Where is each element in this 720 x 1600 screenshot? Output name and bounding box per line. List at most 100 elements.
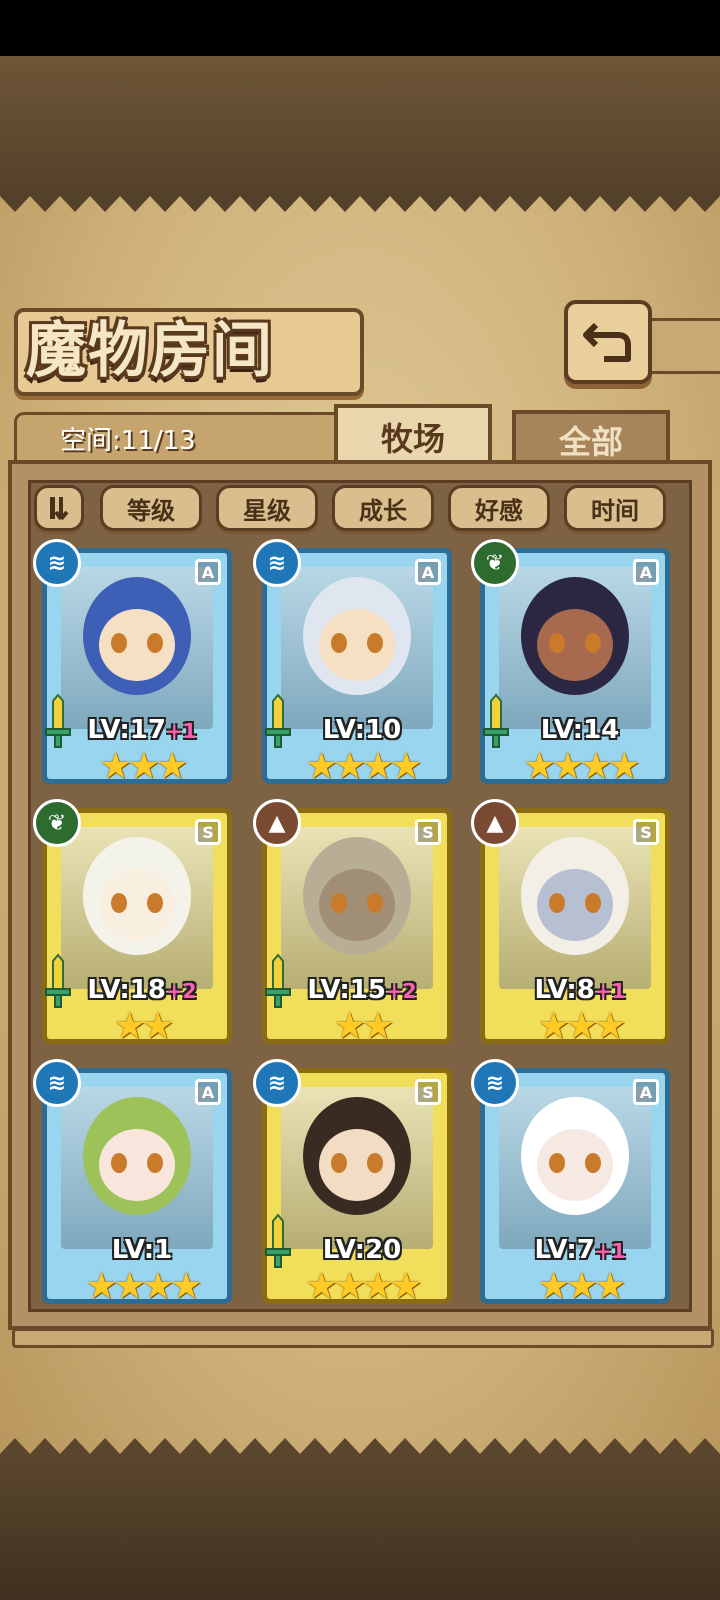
back-rail	[640, 318, 720, 374]
level-bonus: +2	[165, 979, 197, 1003]
zigzag-top-border	[0, 190, 720, 212]
level-text: LV:8	[534, 975, 595, 1005]
level-bonus: +1	[594, 1239, 626, 1263]
page-title: 魔物房间	[26, 316, 274, 386]
level-bonus: +1	[165, 719, 197, 743]
monster-level: LV:17+1	[47, 715, 237, 745]
monster-card[interactable]: ≋ S LV:20 ★★★★	[253, 1059, 452, 1305]
monster-level: LV:15+2	[267, 975, 457, 1005]
portrait-eye	[367, 1153, 383, 1173]
star-rating: ★★★	[537, 1006, 627, 1047]
portrait-eye	[585, 893, 601, 913]
tab-ranch[interactable]: 牧场	[334, 404, 492, 466]
star-rating: ★★★	[537, 1266, 627, 1307]
monster-portrait	[281, 827, 433, 989]
monster-card[interactable]: ▲ S LV:15+2 ★★	[253, 799, 452, 1045]
sort-star-button[interactable]: 星级	[216, 485, 318, 531]
sort-order-toggle[interactable]	[34, 485, 84, 531]
monster-card[interactable]: ▲ S LV:8+1 ★★★	[471, 799, 670, 1045]
water-element-icon: ≋	[253, 539, 301, 587]
monster-portrait	[281, 567, 433, 729]
water-element-icon: ≋	[253, 1059, 301, 1107]
monster-card[interactable]: ≋ A LV:7+1 ★★★	[471, 1059, 670, 1305]
sort-affection-button[interactable]: 好感	[448, 485, 550, 531]
sort-time-button[interactable]: 时间	[564, 485, 666, 531]
water-element-icon: ≋	[33, 539, 81, 587]
wood-element-icon: ❦	[471, 539, 519, 587]
star-rating: ★★★★	[305, 746, 422, 787]
board-bottom-rail	[12, 1328, 714, 1348]
monster-portrait	[499, 567, 651, 729]
monster-level: LV:18+2	[47, 975, 237, 1005]
star-rating: ★★★★	[523, 746, 640, 787]
portrait-eye	[111, 1153, 127, 1173]
water-element-icon: ≋	[471, 1059, 519, 1107]
tab-all[interactable]: 全部	[512, 410, 670, 466]
back-arrow-icon	[583, 322, 631, 362]
portrait-eye	[331, 1153, 347, 1173]
level-text: LV:1	[111, 1235, 173, 1265]
portrait-eye	[367, 893, 383, 913]
monster-card[interactable]: ❦ S LV:18+2 ★★	[33, 799, 232, 1045]
monster-portrait	[281, 1087, 433, 1249]
portrait-eye	[147, 893, 163, 913]
monster-level: LV:14	[485, 715, 675, 745]
portrait-eye	[111, 893, 127, 913]
monster-portrait	[61, 1087, 213, 1249]
monster-portrait	[499, 1087, 651, 1249]
monster-level: LV:20	[267, 1235, 457, 1265]
status-bar	[0, 0, 720, 56]
portrait-eye	[549, 633, 565, 653]
level-bonus: +2	[385, 979, 417, 1003]
water-element-icon: ≋	[33, 1059, 81, 1107]
portrait-eye	[331, 893, 347, 913]
monster-card[interactable]: ≋ A LV:1 ★★★★	[33, 1059, 232, 1305]
star-rating: ★★★★	[305, 1266, 422, 1307]
portrait-eye	[331, 633, 347, 653]
monster-level: LV:1	[47, 1235, 237, 1265]
monster-card[interactable]: ≋ A LV:10 ★★★★	[253, 539, 452, 785]
portrait-eye	[147, 633, 163, 653]
star-rating: ★★	[113, 1006, 175, 1047]
monster-level: LV:7+1	[485, 1235, 675, 1265]
grade-badge: S	[633, 819, 659, 845]
grade-badge: S	[415, 1079, 441, 1105]
monster-card[interactable]: ≋ A LV:17+1 ★★★	[33, 539, 232, 785]
monster-portrait	[499, 827, 651, 989]
earth-element-icon: ▲	[471, 799, 519, 847]
back-button[interactable]	[564, 300, 652, 384]
monster-level: LV:10	[267, 715, 457, 745]
level-text: LV:20	[322, 1235, 402, 1265]
level-text: LV:7	[534, 1235, 595, 1265]
grade-badge: A	[633, 559, 659, 585]
zigzag-bottom-border	[0, 1438, 720, 1462]
star-rating: ★★★	[99, 746, 189, 787]
monster-card[interactable]: ❦ A LV:14 ★★★★	[471, 539, 670, 785]
sort-level-button[interactable]: 等级	[100, 485, 202, 531]
sort-order-icon	[50, 497, 69, 521]
sort-growth-button[interactable]: 成长	[332, 485, 434, 531]
level-text: LV:10	[322, 715, 402, 745]
grade-badge: A	[195, 559, 221, 585]
monster-portrait	[61, 567, 213, 729]
grade-badge: A	[633, 1079, 659, 1105]
portrait-eye	[367, 633, 383, 653]
level-text: LV:14	[540, 715, 620, 745]
portrait-eye	[111, 633, 127, 653]
space-capacity: 空间:11/13	[60, 426, 196, 456]
grade-badge: A	[195, 1079, 221, 1105]
monster-portrait	[61, 827, 213, 989]
portrait-eye	[549, 893, 565, 913]
map-background-bottom	[0, 1460, 720, 1600]
grade-badge: A	[415, 559, 441, 585]
monster-level: LV:8+1	[485, 975, 675, 1005]
portrait-eye	[147, 1153, 163, 1173]
star-rating: ★★	[333, 1006, 395, 1047]
level-text: LV:17	[87, 715, 166, 745]
portrait-eye	[585, 633, 601, 653]
portrait-eye	[549, 1153, 565, 1173]
grade-badge: S	[195, 819, 221, 845]
star-rating: ★★★★	[85, 1266, 202, 1307]
level-text: LV:15	[307, 975, 386, 1005]
wood-element-icon: ❦	[33, 799, 81, 847]
